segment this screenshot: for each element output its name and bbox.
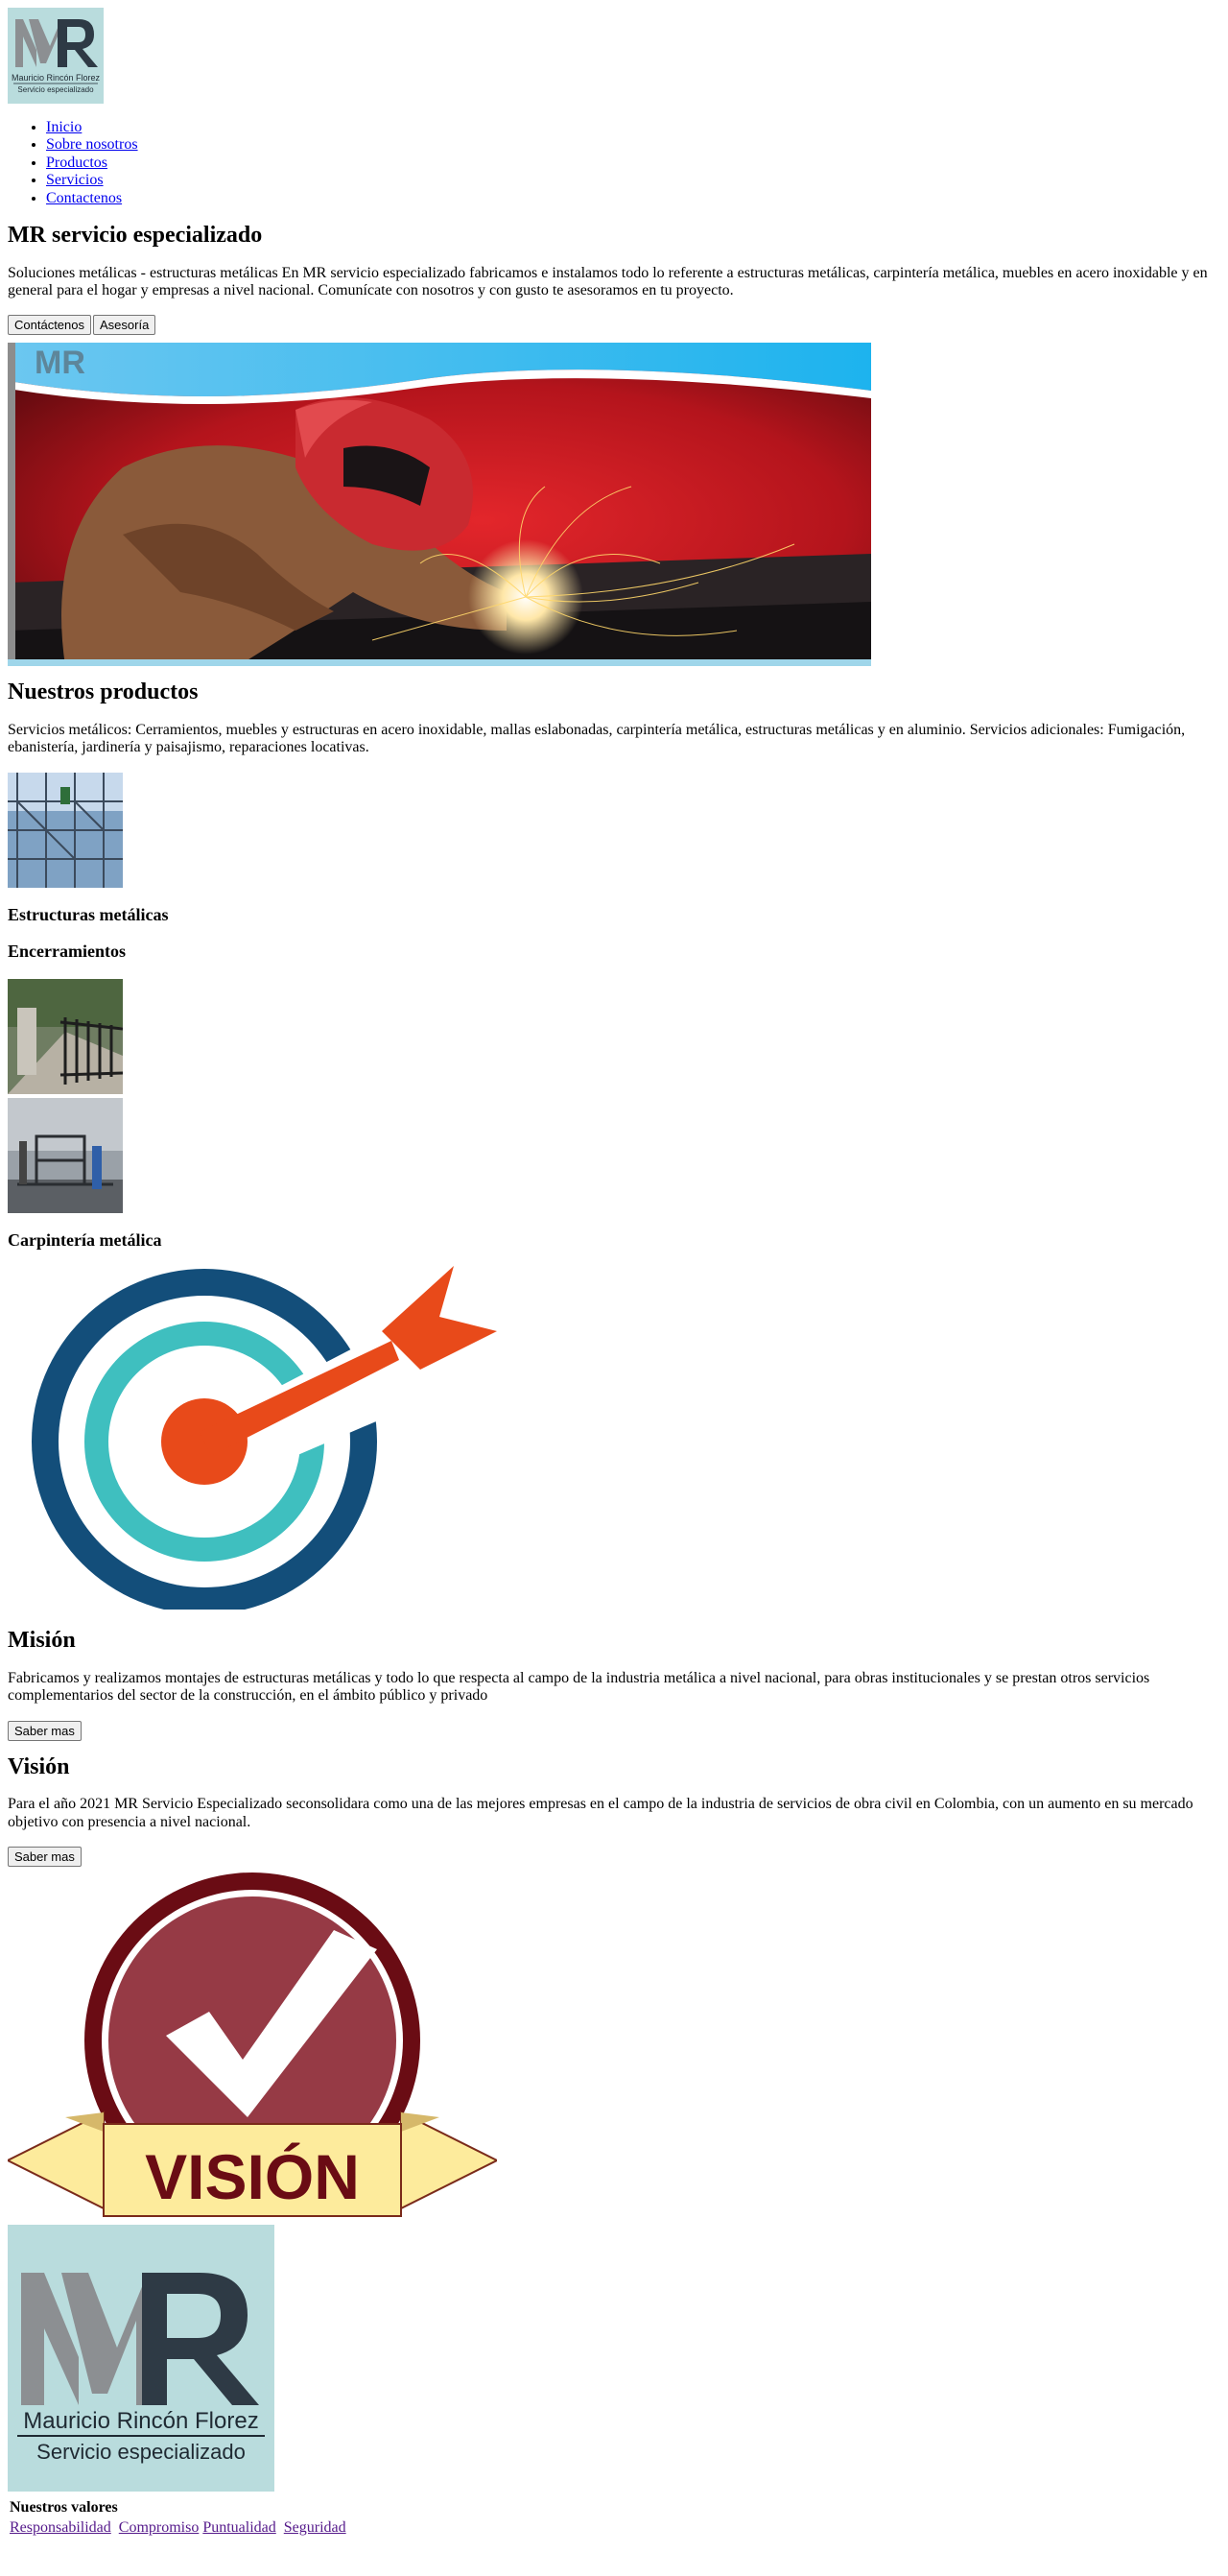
hero-title: MR servicio especializado <box>8 222 263 248</box>
hero-buttons: Contáctenos Asesoría <box>8 315 1220 336</box>
product-title-enclosures: Encerramientos <box>8 942 126 962</box>
header-logo[interactable]: Mauricio Rincón Florez Servicio especial… <box>8 8 104 104</box>
carpentry-photo <box>8 1098 123 1214</box>
vision-badge-text: VISIÓN <box>145 2141 360 2212</box>
vision-text: Para el año 2021 MR Servicio Especializa… <box>8 1796 1193 1830</box>
footer-logo: Mauricio Rincón Florez Servicio especial… <box>8 2225 274 2493</box>
products-title: Nuestros productos <box>8 680 199 705</box>
values-links: Responsabilidad Compromiso Puntualidad Se… <box>10 2519 1220 2537</box>
value-link-compromiso[interactable]: Compromiso <box>119 2519 200 2536</box>
structures-photo <box>8 772 123 888</box>
target-arrow-icon <box>32 1265 497 1614</box>
nav-link-sobre-nosotros[interactable]: Sobre nosotros <box>46 136 138 153</box>
advice-button[interactable]: Asesoría <box>93 315 156 336</box>
logo-tagline-text: Servicio especializado <box>17 85 94 94</box>
mission-section: Misión Fabricamos y realizamos montajes … <box>8 1628 1220 1741</box>
nav-item-inicio: Inicio <box>46 119 1220 136</box>
product-title-carpentry: Carpintería metálica <box>8 1230 162 1251</box>
product-title-structures: Estructuras metálicas <box>8 904 169 924</box>
target-image <box>8 1264 1220 1614</box>
hero-banner-image: MR <box>8 343 871 667</box>
contact-button[interactable]: Contáctenos <box>8 315 91 336</box>
product-image-enclosures <box>8 979 124 1095</box>
value-link-responsabilidad[interactable]: Responsabilidad <box>10 2519 111 2536</box>
mission-text: Fabricamos y realizamos montajes de estr… <box>8 1669 1150 1705</box>
vision-more-button[interactable]: Saber mas <box>8 1846 82 1867</box>
nav-item-sobre-nosotros: Sobre nosotros <box>46 136 1220 154</box>
values-title: Nuestros valores <box>10 2499 118 2516</box>
page: Mauricio Rincón Florez Servicio especial… <box>0 0 1228 2544</box>
logo-name-text: Mauricio Rincón Florez <box>12 73 101 83</box>
products-section: Nuestros productos Servicios metálicos: … <box>8 680 1220 1250</box>
welder-banner-graphic: MR <box>8 343 871 667</box>
product-image-carpentry <box>8 1098 123 1214</box>
nav-item-productos: Productos <box>46 155 1220 172</box>
value-link-seguridad[interactable]: Seguridad <box>284 2519 346 2536</box>
mission-more-button[interactable]: Saber mas <box>8 1720 82 1741</box>
mr-logo-large-graphic: Mauricio Rincón Florez Servicio especial… <box>8 2225 274 2493</box>
nav-link-servicios[interactable]: Servicios <box>46 172 104 188</box>
value-link-puntualidad[interactable]: Puntualidad <box>202 2519 275 2536</box>
mr-logo-graphic: Mauricio Rincón Florez Servicio especial… <box>8 8 104 104</box>
nav-link-contactenos[interactable]: Contactenos <box>46 190 122 206</box>
nav-item-servicios: Servicios <box>46 172 1220 189</box>
nav-link-inicio[interactable]: Inicio <box>46 119 82 135</box>
vision-check-icon: VISIÓN <box>5 1872 500 2217</box>
nav-link-productos[interactable]: Productos <box>46 155 107 171</box>
enclosures-photo <box>8 979 124 1095</box>
product-image-structures <box>8 772 123 888</box>
mission-title: Misión <box>8 1628 76 1654</box>
vision-section: Visión Para el año 2021 MR Servicio Espe… <box>8 1754 1220 1867</box>
large-logo-tagline-text: Servicio especializado <box>36 2440 246 2464</box>
banner-logo-text: MR <box>35 345 85 381</box>
large-logo-name-text: Mauricio Rincón Florez <box>23 2408 258 2434</box>
products-text: Servicios metálicos: Cerramientos, muebl… <box>8 721 1186 756</box>
vision-badge-image: VISIÓN <box>5 1872 1220 2223</box>
hero-section: MR servicio especializado Soluciones met… <box>8 222 1220 667</box>
main-nav: Inicio Sobre nosotros Productos Servicio… <box>8 119 1220 207</box>
values-section: Nuestros valores Responsabilidad Comprom… <box>8 2499 1220 2537</box>
hero-text: Soluciones metálicas - estructuras metál… <box>8 264 1208 298</box>
vision-title: Visión <box>8 1753 70 1779</box>
nav-item-contactenos: Contactenos <box>46 190 1220 207</box>
